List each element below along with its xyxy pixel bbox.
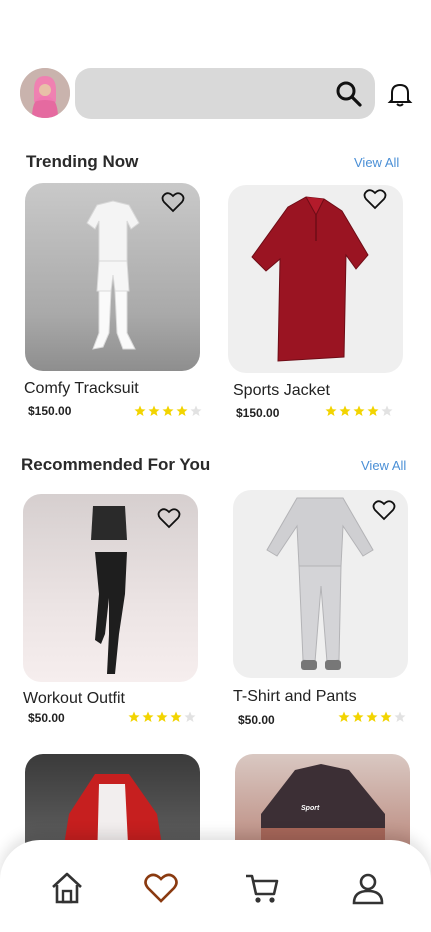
star-empty-icon — [184, 711, 196, 722]
star-empty-icon — [381, 405, 393, 416]
product-image-sports-jacket[interactable] — [228, 185, 403, 373]
heart-icon[interactable] — [143, 870, 179, 906]
rating-stars — [325, 405, 393, 417]
star-filled-icon — [352, 711, 364, 722]
trending-title: Trending Now — [26, 152, 139, 171]
star-filled-icon — [128, 711, 140, 722]
recommended-view-all-link[interactable]: View All — [361, 458, 406, 473]
search-icon[interactable] — [335, 80, 363, 108]
heart-icon[interactable] — [161, 191, 185, 213]
user-icon[interactable] — [350, 870, 386, 906]
product-name: Workout Outfit — [23, 690, 125, 707]
star-filled-icon — [380, 711, 392, 722]
sport-shirt-logo-text: Sport — [301, 805, 320, 812]
bottom-navigation — [0, 840, 431, 932]
star-filled-icon — [338, 711, 350, 722]
star-filled-icon — [170, 711, 182, 722]
star-empty-icon — [394, 711, 406, 722]
product-name: T-Shirt and Pants — [233, 688, 357, 705]
search-bar[interactable] — [75, 68, 375, 119]
star-filled-icon — [366, 711, 378, 722]
heart-icon[interactable] — [363, 188, 387, 210]
star-filled-icon — [367, 405, 379, 416]
star-filled-icon — [156, 711, 168, 722]
star-empty-icon — [190, 405, 202, 416]
cart-icon[interactable] — [244, 870, 280, 906]
star-filled-icon — [353, 405, 365, 416]
star-filled-icon — [148, 405, 160, 416]
bell-icon[interactable] — [386, 80, 414, 108]
recommended-title: Recommended For You — [21, 455, 211, 474]
product-name: Comfy Tracksuit — [24, 380, 139, 397]
star-filled-icon — [339, 405, 351, 416]
heart-icon[interactable] — [372, 499, 396, 521]
rating-stars — [338, 711, 406, 723]
star-filled-icon — [142, 711, 154, 722]
product-price: $150.00 — [28, 404, 72, 418]
avatar[interactable] — [20, 68, 70, 118]
avatar-image — [20, 68, 70, 118]
heart-icon[interactable] — [157, 507, 181, 529]
star-filled-icon — [176, 405, 188, 416]
rating-stars — [128, 711, 196, 723]
product-price: $50.00 — [238, 713, 275, 727]
product-price: $50.00 — [28, 711, 65, 725]
star-filled-icon — [134, 405, 146, 416]
trending-view-all-link[interactable]: View All — [354, 155, 399, 170]
home-icon[interactable] — [49, 870, 85, 906]
product-price: $150.00 — [236, 406, 280, 420]
rating-stars — [134, 405, 202, 417]
star-filled-icon — [325, 405, 337, 416]
product-name: Sports Jacket — [233, 382, 330, 399]
polo-shirt-figure — [251, 196, 369, 362]
star-filled-icon — [162, 405, 174, 416]
